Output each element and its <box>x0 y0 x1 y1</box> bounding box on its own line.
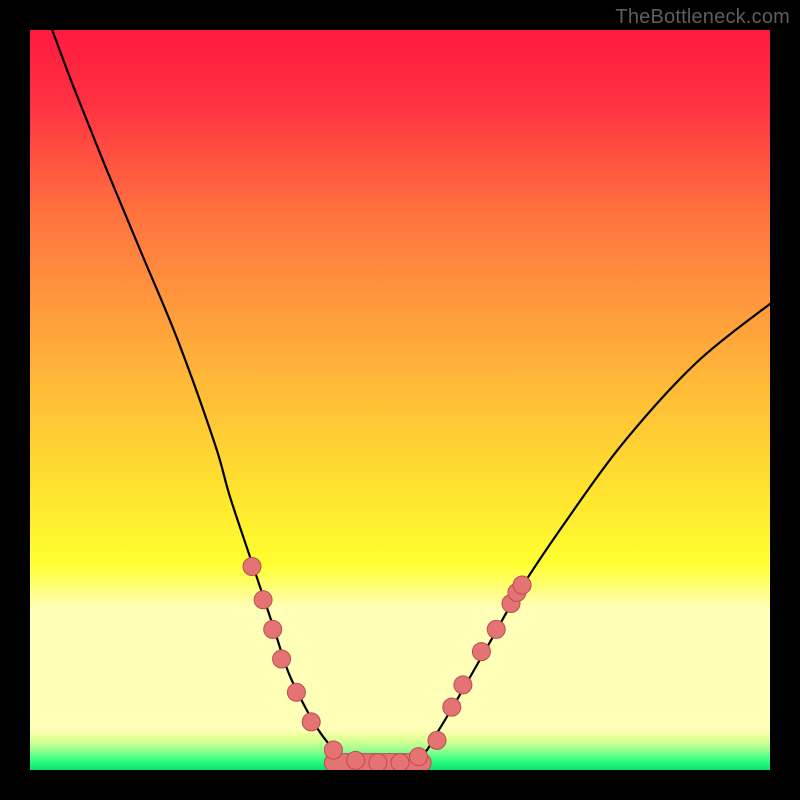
watermark-text: TheBottleneck.com <box>615 6 790 29</box>
curve-marker <box>487 620 505 638</box>
curve-marker <box>428 731 446 749</box>
curve-marker <box>410 748 428 766</box>
curve-marker <box>273 650 291 668</box>
curve-marker <box>254 591 272 609</box>
curve-marker <box>264 620 282 638</box>
curve-marker <box>302 713 320 731</box>
curve-marker <box>472 643 490 661</box>
curve-marker <box>443 698 461 716</box>
curve-marker <box>454 676 472 694</box>
curve-marker <box>324 741 342 759</box>
curve-marker <box>391 754 409 772</box>
bottleneck-chart <box>0 0 800 800</box>
curve-marker <box>287 683 305 701</box>
curve-marker <box>243 558 261 576</box>
curve-marker <box>369 754 387 772</box>
chart-stage: TheBottleneck.com <box>0 0 800 800</box>
curve-marker <box>513 576 531 594</box>
curve-marker <box>347 751 365 769</box>
